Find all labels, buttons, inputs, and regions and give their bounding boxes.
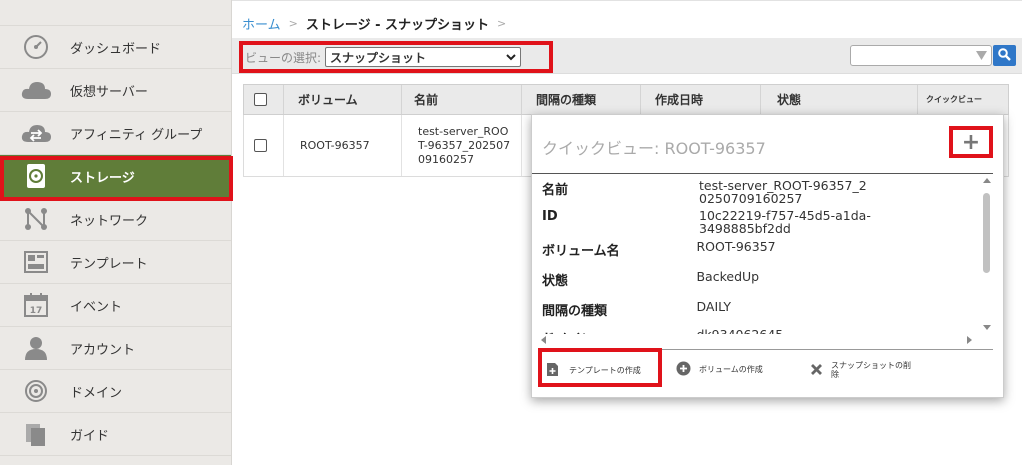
select-all-cell: [244, 85, 284, 114]
plus-icon: +: [961, 129, 981, 155]
column-header-created[interactable]: 作成日時: [641, 85, 761, 114]
sidebar-item-label: アカウント: [70, 342, 136, 358]
search-icon: [998, 47, 1011, 64]
sidebar-item-dashboard[interactable]: ダッシュボード: [0, 26, 231, 69]
calendar-icon: 17: [16, 291, 56, 319]
quickview-title: クイックビュー: ROOT-96357: [542, 139, 766, 158]
sidebar-item-label: アフィニティ グループ: [70, 127, 203, 143]
detail-value: BackedUp: [696, 269, 760, 284]
view-select-dropdown[interactable]: スナップショット: [325, 47, 522, 67]
network-icon: [16, 205, 56, 233]
breadcrumb-home-link[interactable]: ホーム: [242, 14, 281, 33]
sidebar-item-events[interactable]: 17 イベント: [0, 284, 231, 327]
detail-key: ボリューム名: [542, 244, 620, 259]
quickview-details: 名前 test-server_ROOT-96357_20250709160257…: [532, 174, 981, 334]
sidebar-item-label: イベント: [70, 299, 123, 315]
cloud-icon: [16, 76, 56, 104]
detail-row-state: 状態 BackedUp: [542, 270, 972, 289]
sidebar-item-label: ネットワーク: [70, 213, 149, 229]
column-header-state[interactable]: 状態: [761, 85, 918, 114]
column-header-quickview: クイックビュー: [926, 95, 982, 104]
row-checkbox[interactable]: [254, 139, 267, 152]
quickview-panel: クイックビュー: ROOT-96357 + 名前 test-server_ROO…: [531, 114, 1004, 398]
breadcrumb-separator: >: [288, 17, 298, 30]
sidebar-item-network[interactable]: ネットワーク: [0, 198, 231, 241]
sidebar-top: [0, 0, 231, 26]
select-all-checkbox[interactable]: [254, 93, 267, 106]
detail-value: 10c22219-f757-45d5-a1da-3498885bf2dd: [699, 208, 871, 236]
search-input[interactable]: [850, 45, 992, 66]
breadcrumb-current: ストレージ - スナップショット: [305, 18, 490, 33]
detail-row-name: 名前 test-server_ROOT-96357_20250709160257: [542, 179, 972, 205]
svg-text:17: 17: [30, 306, 43, 316]
quickview-actions-divider: [538, 349, 993, 350]
detail-value: DAILY: [696, 299, 732, 314]
sidebar: ダッシュボード 仮想サーバー アフィニティ グループ ストレージ ネットワーク …: [0, 0, 232, 465]
search-button[interactable]: [993, 45, 1016, 66]
table-header: ボリューム 名前 間隔の種類 作成日時 状態 クイックビュー: [243, 84, 1009, 115]
create-volume-label: ボリュームの作成: [699, 365, 763, 374]
delete-snapshot-action[interactable]: スナップショットの削除: [810, 361, 920, 379]
create-volume-action[interactable]: ボリュームの作成: [676, 361, 763, 378]
sidebar-item-storage[interactable]: ストレージ: [0, 155, 231, 198]
create-template-action[interactable]: テンプレートの作成: [546, 362, 641, 379]
sidebar-item-accounts[interactable]: アカウント: [0, 327, 231, 370]
user-icon: [16, 334, 56, 362]
guide-icon: [16, 420, 56, 448]
row-select-cell: [244, 115, 284, 176]
view-select-label: ビューの選択:: [245, 50, 322, 65]
detail-key: 名前: [542, 183, 569, 198]
toolbar: ビューの選択: スナップショット: [232, 38, 1022, 74]
quickview-plus-button[interactable]: +: [949, 126, 993, 158]
sidebar-item-label: ドメイン: [70, 385, 123, 401]
cell-name: test-server_ROOT-96357_20250709160257: [402, 115, 522, 176]
detail-row-volume-name: ボリューム名 ROOT-96357: [542, 240, 972, 259]
chevron-down-icon: [506, 50, 516, 64]
filter-dropdown-icon[interactable]: [976, 49, 987, 63]
sidebar-item-label: ガイド: [70, 428, 110, 444]
delete-snapshot-icon: [810, 363, 823, 378]
sidebar-item-label: ストレージ: [70, 170, 135, 186]
detail-key: 状態: [542, 274, 569, 289]
detail-row-interval-type: 間隔の種類 DAILY: [542, 300, 972, 319]
create-template-icon: [546, 362, 559, 379]
create-volume-icon: [676, 361, 691, 378]
template-icon: [16, 248, 56, 276]
column-header-volume[interactable]: ボリューム: [284, 85, 402, 114]
sidebar-item-label: ダッシュボード: [70, 41, 162, 57]
create-template-label: テンプレートの作成: [569, 366, 641, 375]
sidebar-item-affinity-groups[interactable]: アフィニティ グループ: [0, 112, 231, 155]
breadcrumb-separator: >: [497, 17, 507, 30]
affinity-cloud-icon: [16, 119, 56, 147]
sidebar-item-label: テンプレート: [70, 256, 148, 272]
breadcrumb: ホーム > ストレージ - スナップショット >: [242, 14, 506, 33]
detail-key: 間隔の種類: [542, 304, 608, 319]
scrollbar-thumb[interactable]: [983, 193, 990, 273]
view-selector: ビューの選択: スナップショット: [239, 41, 553, 73]
top-border: [232, 0, 1022, 6]
detail-key: ID: [542, 209, 558, 224]
vertical-scrollbar[interactable]: [981, 177, 993, 331]
sidebar-item-templates[interactable]: テンプレート: [0, 241, 231, 284]
delete-snapshot-label: スナップショットの削除: [831, 361, 911, 379]
detail-row-id: ID 10c22219-f757-45d5-a1da-3498885bf2dd: [542, 209, 972, 235]
detail-value: test-server_ROOT-96357_20250709160257: [699, 178, 867, 206]
domain-icon: [16, 377, 56, 405]
cell-volume: ROOT-96357: [284, 115, 402, 176]
horizontal-scrollbar[interactable]: [540, 334, 973, 346]
view-select-value: スナップショット: [330, 50, 427, 65]
dashboard-icon: [16, 33, 56, 61]
column-header-name[interactable]: 名前: [402, 85, 522, 114]
sidebar-item-guide[interactable]: ガイド: [0, 413, 231, 456]
storage-disk-icon: [16, 162, 56, 190]
sidebar-item-domains[interactable]: ドメイン: [0, 370, 231, 413]
detail-value: ROOT-96357: [696, 239, 776, 254]
column-header-interval-type[interactable]: 間隔の種類: [522, 85, 641, 114]
sidebar-item-label: 仮想サーバー: [70, 84, 148, 100]
sidebar-item-virtual-servers[interactable]: 仮想サーバー: [0, 69, 231, 112]
